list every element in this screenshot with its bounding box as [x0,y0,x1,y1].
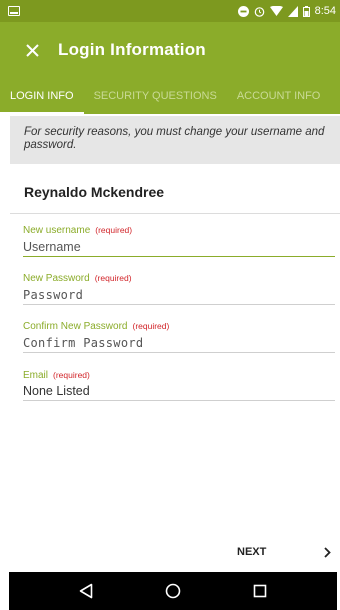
divider [10,213,340,214]
close-button[interactable] [20,38,44,62]
status-bar: 8:54 [0,0,340,22]
back-icon [80,583,93,599]
username-label: New username [23,225,91,236]
tab-bar: LOGIN INFO SECURITY QUESTIONS ACCOUNT IN… [0,78,340,114]
status-icons: 8:54 [237,5,336,17]
email-label-row: Email (required) [23,370,335,381]
tab-account-info[interactable]: ACCOUNT INFO [227,78,331,114]
app-bar: Login Information [0,22,340,78]
confirm-password-label-row: Confirm New Password (required) [23,321,335,332]
status-time: 8:54 [314,5,336,17]
signal-icon [287,5,298,17]
username-label-row: New username (required) [23,225,335,236]
email-value[interactable]: None Listed [23,381,335,401]
username-field: New username (required) [23,225,335,257]
confirm-password-input[interactable] [23,334,335,353]
password-field: New Password (required) [23,273,335,305]
home-icon [165,583,181,599]
back-button[interactable] [74,579,98,603]
required-badge: (required) [53,370,90,380]
confirm-password-label: Confirm New Password [23,321,128,332]
system-nav-bar [9,572,337,610]
password-input[interactable] [23,286,335,305]
page-title: Login Information [58,40,206,59]
password-label: New Password [23,273,90,284]
required-badge: (required) [94,273,132,283]
email-label: Email [23,370,49,381]
next-button[interactable]: NEXT [220,538,340,566]
password-label-row: New Password (required) [23,273,335,284]
notification-icon [8,6,20,16]
user-name: Reynaldo Mckendree [24,184,165,200]
close-icon [25,43,39,57]
recents-icon [253,584,266,598]
required-badge: (required) [132,321,170,331]
username-input[interactable] [23,238,335,257]
security-notice: For security reasons, you must change yo… [10,116,340,164]
tab-login-info[interactable]: LOGIN INFO [0,78,84,114]
required-badge: (required) [95,225,133,235]
battery-icon [302,5,310,17]
tab-security-questions[interactable]: SECURITY QUESTIONS [84,78,227,114]
do-not-disturb-icon [237,5,249,17]
next-label: NEXT [237,546,267,558]
recents-button[interactable] [248,579,272,603]
chevron-right-icon [324,546,331,558]
wifi-icon [269,5,283,16]
alarm-icon [254,6,264,17]
email-field: Email (required) None Listed [23,370,335,401]
home-button[interactable] [161,579,185,603]
confirm-password-field: Confirm New Password (required) [23,321,335,353]
